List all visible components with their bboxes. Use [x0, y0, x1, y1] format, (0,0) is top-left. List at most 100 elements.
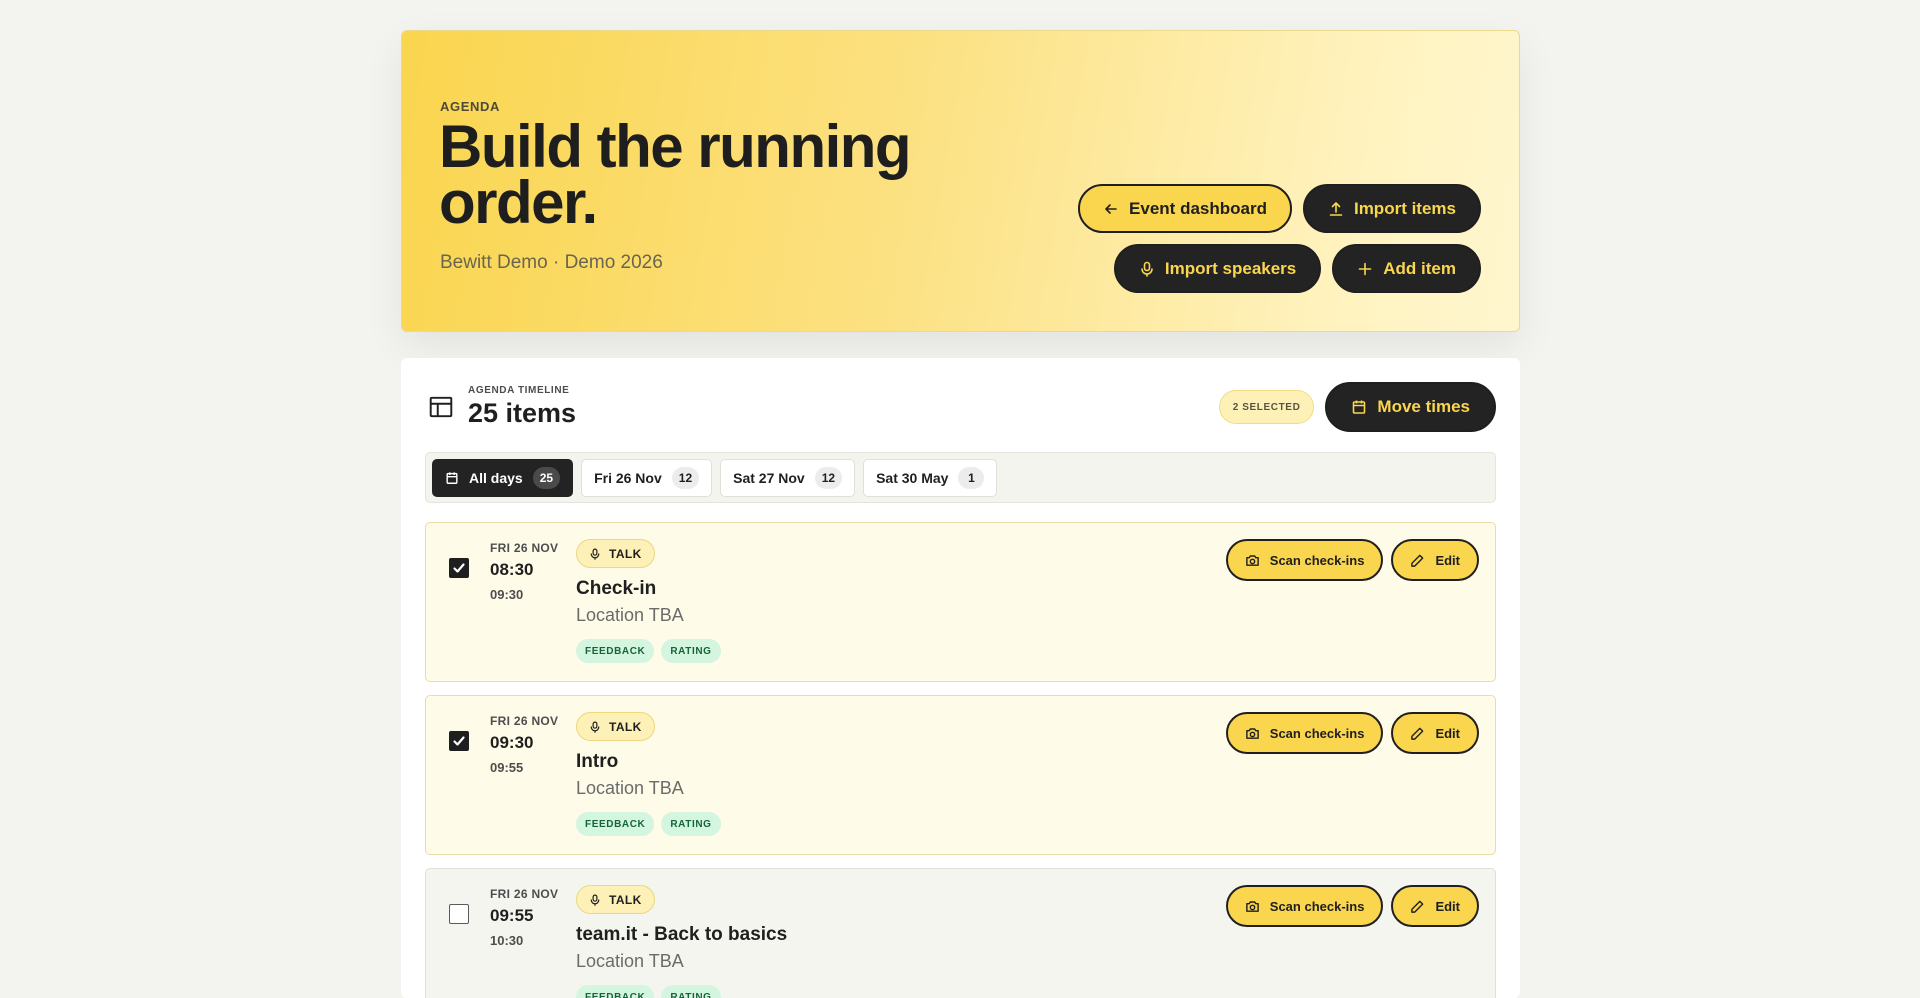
scan-check-ins-button[interactable]: Scan check-ins	[1225, 539, 1384, 581]
item-date: FRI 26 NOV	[490, 541, 559, 555]
tab-label: Sat 30 May	[876, 470, 949, 486]
item-time: FRI 26 NOV 09:30 09:55	[490, 714, 558, 775]
item-actions: Scan check-ins Edit	[1225, 539, 1479, 581]
tab-fri-26-nov[interactable]: Fri 26 Nov 12	[581, 459, 713, 497]
panel-eyebrow: AGENDA TIMELINE	[468, 385, 570, 396]
tab-sat-30-may[interactable]: Sat 30 May 1	[863, 459, 998, 497]
hero-actions: Event dashboard Import items Import spea…	[1078, 184, 1481, 293]
move-times-button[interactable]: Move times	[1325, 382, 1496, 432]
item-count: 25 items	[468, 398, 577, 428]
tag-rating: RATING	[661, 985, 721, 998]
import-items-button[interactable]: Import items	[1302, 184, 1481, 233]
tab-sat-27-nov[interactable]: Sat 27 Nov 12	[720, 459, 856, 497]
scan-check-ins-button[interactable]: Scan check-ins	[1225, 712, 1384, 754]
item-end-time: 10:30	[490, 933, 524, 948]
item-content: TALK Intro Location TBA FEEDBACK RATING	[576, 712, 721, 836]
pencil-icon	[1411, 727, 1424, 740]
tab-all-days[interactable]: All days 25	[432, 459, 574, 497]
page-container: AGENDA Build the running order. Bewitt D…	[401, 30, 1520, 998]
item-type-badge: TALK	[576, 885, 655, 914]
tag-feedback: FEEDBACK	[576, 985, 655, 998]
event-dashboard-button[interactable]: Event dashboard	[1078, 184, 1292, 233]
edit-label: Edit	[1435, 552, 1460, 568]
agenda-item: FRI 26 NOV 08:30 09:30 TALK Check-in Loc…	[425, 522, 1496, 682]
table-icon	[429, 396, 453, 418]
item-date: FRI 26 NOV	[490, 887, 559, 901]
scan-check-ins-label: Scan check-ins	[1269, 725, 1365, 741]
edit-button[interactable]: Edit	[1391, 885, 1479, 927]
agenda-timeline-panel: AGENDA TIMELINE 25 items 2 SELECTED Move…	[401, 358, 1520, 998]
scan-check-ins-label: Scan check-ins	[1269, 552, 1365, 568]
tab-label: Sat 27 Nov	[733, 470, 805, 486]
item-select-checkbox[interactable]	[449, 731, 469, 751]
add-item-button[interactable]: Add item	[1332, 244, 1481, 293]
import-items-label: Import items	[1353, 198, 1456, 218]
panel-header: AGENDA TIMELINE 25 items 2 SELECTED Move…	[425, 382, 1496, 432]
item-location: Location TBA	[576, 951, 684, 971]
import-speakers-label: Import speakers	[1164, 258, 1297, 278]
checkmark-icon	[453, 736, 465, 746]
item-content: TALK Check-in Location TBA FEEDBACK RATI…	[576, 539, 721, 663]
item-tags: FEEDBACK RATING	[576, 812, 721, 836]
item-date: FRI 26 NOV	[490, 714, 559, 728]
item-time: FRI 26 NOV 08:30 09:30	[490, 541, 558, 602]
scan-check-ins-label: Scan check-ins	[1269, 898, 1365, 914]
scan-check-ins-button[interactable]: Scan check-ins	[1225, 885, 1384, 927]
item-select-checkbox[interactable]	[449, 904, 469, 924]
day-filter-tabs: All days 25 Fri 26 Nov 12 Sat 27 Nov 12 …	[425, 452, 1496, 503]
panel-header-actions: 2 SELECTED Move times	[1218, 382, 1496, 432]
tag-feedback: FEEDBACK	[576, 812, 655, 836]
upload-icon	[1329, 201, 1343, 216]
hero-banner: AGENDA Build the running order. Bewitt D…	[401, 30, 1520, 332]
item-time: FRI 26 NOV 09:55 10:30	[490, 887, 558, 948]
edit-label: Edit	[1435, 725, 1460, 741]
item-title: Check-in	[576, 578, 657, 599]
item-start-time: 08:30	[490, 560, 534, 579]
agenda-item-list: FRI 26 NOV 08:30 09:30 TALK Check-in Loc…	[425, 522, 1496, 998]
item-end-time: 09:30	[490, 587, 524, 602]
event-dashboard-label: Event dashboard	[1129, 198, 1267, 218]
agenda-item: FRI 26 NOV 09:55 10:30 TALK team.it - Ba…	[425, 868, 1496, 998]
microphone-icon	[590, 548, 600, 560]
item-start-time: 09:30	[490, 733, 534, 752]
pencil-icon	[1411, 900, 1424, 913]
item-actions: Scan check-ins Edit	[1225, 712, 1479, 754]
tab-count: 1	[958, 467, 985, 489]
edit-label: Edit	[1435, 898, 1460, 914]
hero-eyebrow: AGENDA	[440, 99, 500, 114]
tag-rating: RATING	[661, 812, 721, 836]
item-tags: FEEDBACK RATING	[576, 985, 787, 998]
selected-count-badge: 2 SELECTED	[1218, 390, 1315, 424]
hero-actions-row-1: Event dashboard Import items	[1078, 184, 1481, 233]
import-speakers-button[interactable]: Import speakers	[1113, 244, 1322, 293]
page-title: Build the running order.	[439, 113, 912, 236]
microphone-icon	[590, 894, 600, 906]
tag-feedback: FEEDBACK	[576, 639, 655, 663]
item-title: team.it - Back to basics	[576, 924, 788, 945]
item-end-time: 09:55	[490, 760, 524, 775]
item-title: Intro	[576, 751, 619, 772]
pencil-icon	[1411, 554, 1424, 567]
item-type-label: TALK	[609, 546, 642, 561]
hero-subtitle: Bewitt Demo · Demo 2026	[440, 252, 663, 273]
item-start-time: 09:55	[490, 906, 534, 925]
item-location: Location TBA	[576, 605, 684, 625]
item-type-label: TALK	[609, 719, 642, 734]
item-type-label: TALK	[609, 892, 642, 907]
move-times-label: Move times	[1377, 397, 1470, 416]
camera-icon	[1245, 900, 1259, 912]
tab-count: 12	[671, 467, 700, 489]
camera-icon	[1245, 727, 1259, 739]
edit-button[interactable]: Edit	[1391, 712, 1479, 754]
add-item-label: Add item	[1383, 258, 1456, 278]
item-type-badge: TALK	[576, 539, 655, 568]
item-content: TALK team.it - Back to basics Location T…	[576, 885, 787, 998]
edit-button[interactable]: Edit	[1391, 539, 1479, 581]
item-select-checkbox[interactable]	[449, 558, 469, 578]
calendar-icon	[446, 472, 458, 484]
item-actions: Scan check-ins Edit	[1225, 885, 1479, 927]
tag-rating: RATING	[661, 639, 721, 663]
item-type-badge: TALK	[576, 712, 655, 741]
tab-label: All days	[469, 470, 523, 486]
calendar-icon	[1353, 400, 1366, 414]
